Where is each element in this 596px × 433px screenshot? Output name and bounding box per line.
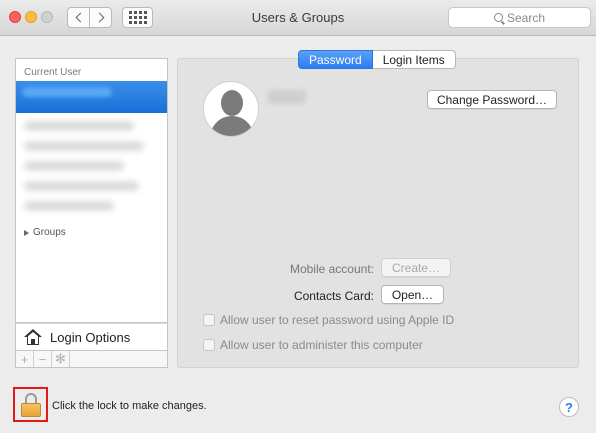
redacted-user-name (22, 87, 112, 97)
change-password-button[interactable]: Change Password… (427, 90, 557, 109)
allow-reset-password-checkbox[interactable] (203, 314, 215, 326)
redacted-user-row[interactable] (24, 141, 144, 151)
redacted-user-row[interactable] (24, 201, 114, 211)
search-icon (493, 13, 503, 22)
groups-section[interactable]: Groups (24, 227, 66, 238)
show-all-button[interactable] (122, 7, 153, 28)
disclosure-triangle-icon[interactable] (24, 229, 29, 236)
help-button[interactable]: ? (559, 397, 579, 417)
login-options-item[interactable]: Login Options (15, 323, 168, 351)
minimize-window-button[interactable] (25, 11, 37, 23)
window-title: Users & Groups (251, 10, 345, 25)
remove-user-button[interactable]: − (34, 351, 52, 367)
contacts-card-label: Contacts Card: (293, 289, 374, 303)
groups-label: Groups (33, 227, 66, 238)
redacted-username (268, 90, 306, 104)
allow-admin-checkbox[interactable] (203, 339, 215, 351)
zoom-window-button[interactable] (41, 11, 53, 23)
open-contacts-card-button[interactable]: Open… (381, 285, 444, 304)
add-user-button[interactable]: + (16, 351, 34, 367)
search-placeholder: Search (506, 10, 546, 25)
allow-reset-password-row[interactable]: Allow user to reset password using Apple… (203, 313, 454, 327)
allow-admin-row[interactable]: Allow user to administer this computer (203, 338, 423, 352)
redacted-user-row[interactable] (24, 181, 139, 191)
tab-bar: Password Login Items (298, 50, 456, 69)
tab-login-items[interactable]: Login Items (372, 50, 456, 69)
mobile-account-label: Mobile account: (289, 262, 374, 276)
house-icon (24, 329, 42, 345)
sidebar-toolbar: + − ✻ (15, 351, 168, 368)
current-user-header: Current User (24, 67, 82, 78)
lock-button[interactable] (13, 387, 48, 422)
login-options-label: Login Options (50, 329, 131, 345)
allow-reset-password-label: Allow user to reset password using Apple… (220, 313, 455, 327)
chevron-right-icon (94, 12, 104, 23)
selected-user-row[interactable] (16, 81, 167, 113)
avatar[interactable] (203, 81, 259, 137)
redacted-user-row[interactable] (24, 121, 134, 131)
users-list[interactable]: Current User Groups (15, 58, 168, 323)
gear-icon[interactable]: ✻ (52, 351, 70, 367)
lock-icon (20, 392, 41, 417)
forward-button[interactable] (89, 7, 112, 28)
redacted-user-row[interactable] (24, 161, 124, 171)
allow-admin-label: Allow user to administer this computer (220, 338, 423, 352)
back-button[interactable] (67, 7, 90, 28)
user-silhouette-icon (221, 90, 243, 116)
title-bar: Users & Groups Search (0, 0, 596, 36)
lock-hint-text: Click the lock to make changes. (52, 400, 207, 412)
search-field[interactable]: Search (448, 7, 591, 28)
tab-password[interactable]: Password (298, 50, 373, 69)
grid-icon (128, 11, 147, 24)
create-mobile-account-button[interactable]: Create… (381, 258, 451, 277)
close-window-button[interactable] (9, 11, 21, 23)
chevron-left-icon (75, 12, 85, 23)
